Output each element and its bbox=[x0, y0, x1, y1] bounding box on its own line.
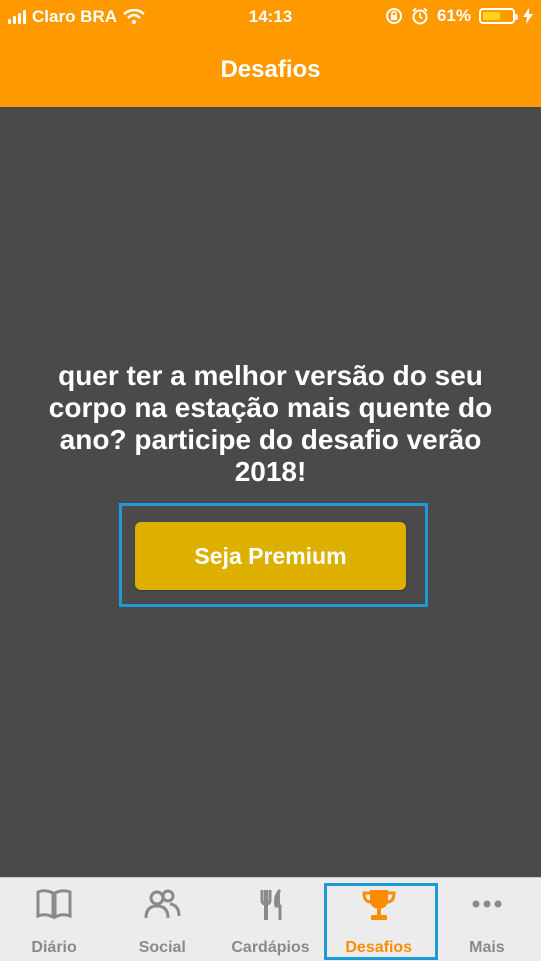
rotation-lock-icon bbox=[385, 8, 402, 24]
tab-label: Diário bbox=[31, 939, 77, 956]
status-bar: Claro BRA 14:13 61% bbox=[0, 0, 541, 36]
header: Claro BRA 14:13 61% Desafios bbox=[0, 0, 541, 107]
battery-percent: 61% bbox=[436, 6, 471, 25]
active-tab-highlight bbox=[324, 883, 438, 960]
more-dots-icon bbox=[472, 900, 502, 908]
tab-label: Cardápios bbox=[231, 939, 310, 956]
challenge-message: quer ter a melhor versão do seu corpo na… bbox=[48, 360, 493, 487]
tab-label: Social bbox=[138, 939, 186, 956]
book-icon bbox=[36, 889, 72, 920]
seja-premium-button[interactable]: Seja Premium bbox=[135, 522, 406, 590]
battery-icon bbox=[479, 8, 518, 24]
page-title: Desafios bbox=[220, 56, 321, 83]
people-icon bbox=[144, 889, 181, 919]
tab-social[interactable]: Social bbox=[108, 878, 216, 961]
fork-knife-icon bbox=[260, 888, 281, 920]
tab-mais[interactable]: Mais bbox=[433, 878, 541, 961]
alarm-icon bbox=[412, 7, 428, 25]
tab-cardapios[interactable]: Cardápios bbox=[216, 878, 324, 961]
tab-bar: Diário Social Cardápios Desafios Mais bbox=[0, 877, 541, 961]
tab-label: Mais bbox=[469, 939, 505, 956]
charging-bolt-icon bbox=[523, 8, 533, 24]
tab-diario[interactable]: Diário bbox=[0, 878, 108, 961]
